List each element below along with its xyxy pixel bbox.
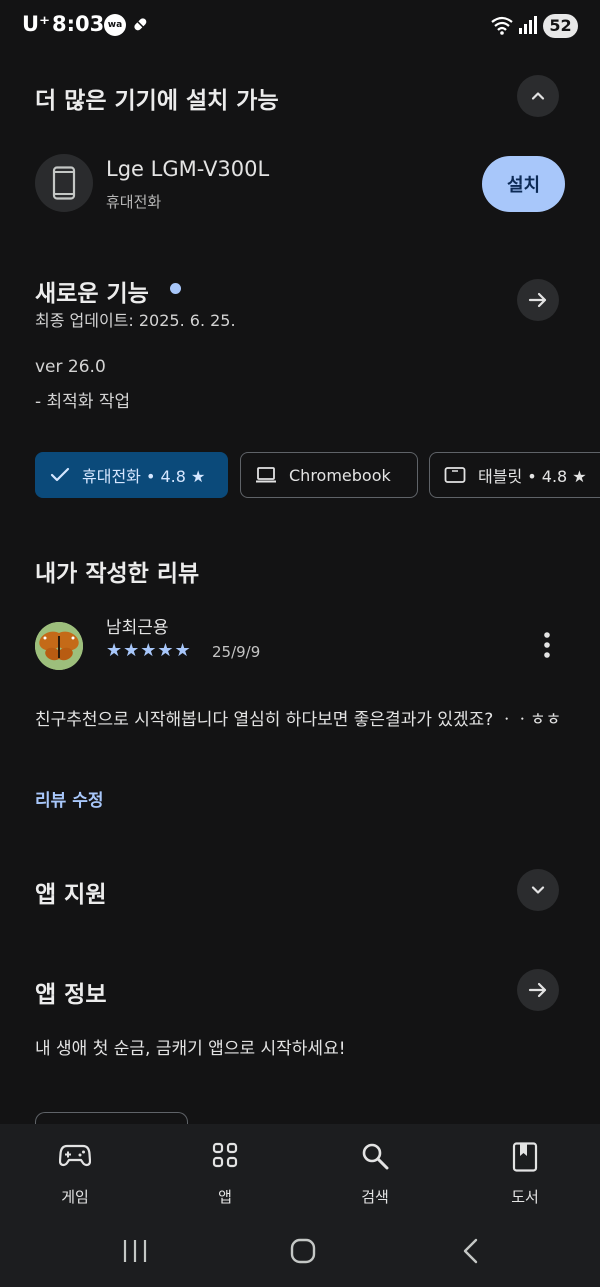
nav-label: 게임 xyxy=(61,1188,89,1206)
chevron-down-icon xyxy=(531,886,545,894)
back-button[interactable] xyxy=(460,1237,482,1269)
arrow-right-icon xyxy=(528,982,547,998)
chip-tablet[interactable]: 태블릿 • 4.8 ★ xyxy=(429,452,600,498)
chip-label: Chromebook xyxy=(289,465,391,485)
new-indicator-dot xyxy=(170,283,181,294)
nav-label: 검색 xyxy=(361,1188,389,1206)
carrier-label: U⁺ xyxy=(22,12,51,36)
last-updated: 최종 업데이트: 2025. 6. 25. xyxy=(35,311,236,330)
chip-label: 태블릿 • 4.8 ★ xyxy=(478,467,587,486)
recents-icon xyxy=(123,1240,147,1262)
collapse-devices-button[interactable] xyxy=(517,75,559,117)
status-bar: U⁺ 8:03 wa 52 xyxy=(0,0,600,52)
app-description: 내 생애 첫 순금, 금캐기 앱으로 시작하세요! xyxy=(35,1039,346,1059)
apps-grid-icon xyxy=(212,1142,238,1172)
version-text: ver 26.0 xyxy=(35,357,106,377)
signal-icon xyxy=(518,15,538,39)
gamepad-icon xyxy=(58,1142,92,1172)
battery-indicator: 52 xyxy=(543,14,578,38)
chevron-up-icon xyxy=(531,92,545,100)
book-icon xyxy=(512,1142,538,1176)
whats-new-title: 새로운 기능 xyxy=(35,281,149,307)
reviewer-name: 남최근용 xyxy=(106,618,169,638)
laptop-icon xyxy=(255,466,277,484)
back-icon xyxy=(463,1238,478,1264)
review-date: 25/9/9 xyxy=(212,643,261,661)
chip-phone[interactable]: 휴대전화 • 4.8 ★ xyxy=(35,452,228,498)
nav-item-games[interactable]: 게임 xyxy=(0,1124,150,1221)
clock: 8:03 xyxy=(52,12,105,36)
device-type: 휴대전화 xyxy=(106,193,162,211)
device-avatar xyxy=(35,154,93,212)
avatar xyxy=(35,622,83,670)
tablet-icon xyxy=(444,466,466,484)
more-options-button[interactable] xyxy=(535,631,559,663)
nav-item-apps[interactable]: 앱 xyxy=(150,1124,300,1221)
device-name: Lge LGM-V300L xyxy=(106,157,270,181)
chip-label: 휴대전화 • 4.8 ★ xyxy=(82,467,206,486)
search-icon xyxy=(361,1142,389,1174)
whats-new-arrow-button[interactable] xyxy=(517,279,559,321)
edit-review-link[interactable]: 리뷰 수정 xyxy=(35,786,103,811)
install-button[interactable]: 설치 xyxy=(482,156,565,212)
arrow-right-icon xyxy=(528,292,547,308)
bottom-navigation: 게임 앱 검색 도서 xyxy=(0,1124,600,1221)
review-text: 친구추천으로 시작해봅니다 열심히 하다보면 좋은결과가 있겠죠? ㆍㆍㅎㅎ xyxy=(35,710,562,730)
chip-chromebook[interactable]: Chromebook xyxy=(240,452,418,498)
wa-notification-icon: wa xyxy=(104,14,126,36)
nav-item-search[interactable]: 검색 xyxy=(300,1124,450,1221)
devices-section-title: 더 많은 기기에 설치 가능 xyxy=(35,88,279,114)
nav-label: 앱 xyxy=(218,1188,232,1206)
my-review-title: 내가 작성한 리뷰 xyxy=(35,561,200,587)
home-icon xyxy=(290,1238,316,1264)
butterfly-icon xyxy=(35,622,83,670)
app-support-title: 앱 지원 xyxy=(35,882,107,908)
more-vert-icon xyxy=(544,632,550,658)
wifi-icon xyxy=(490,15,514,39)
nav-label: 도서 xyxy=(511,1188,539,1206)
star-rating: ★★★★★ xyxy=(106,640,192,661)
home-button[interactable] xyxy=(289,1237,317,1269)
nav-item-books[interactable]: 도서 xyxy=(450,1124,600,1221)
phone-icon xyxy=(52,166,76,200)
recent-apps-button[interactable] xyxy=(122,1237,148,1269)
app-info-title: 앱 정보 xyxy=(35,982,107,1008)
app-support-expand-button[interactable] xyxy=(517,869,559,911)
pill-notification-icon xyxy=(130,14,150,38)
app-info-arrow-button[interactable] xyxy=(517,969,559,1011)
release-notes: - 최적화 작업 xyxy=(35,392,131,412)
check-icon xyxy=(50,467,70,483)
system-navigation-bar xyxy=(0,1221,600,1287)
